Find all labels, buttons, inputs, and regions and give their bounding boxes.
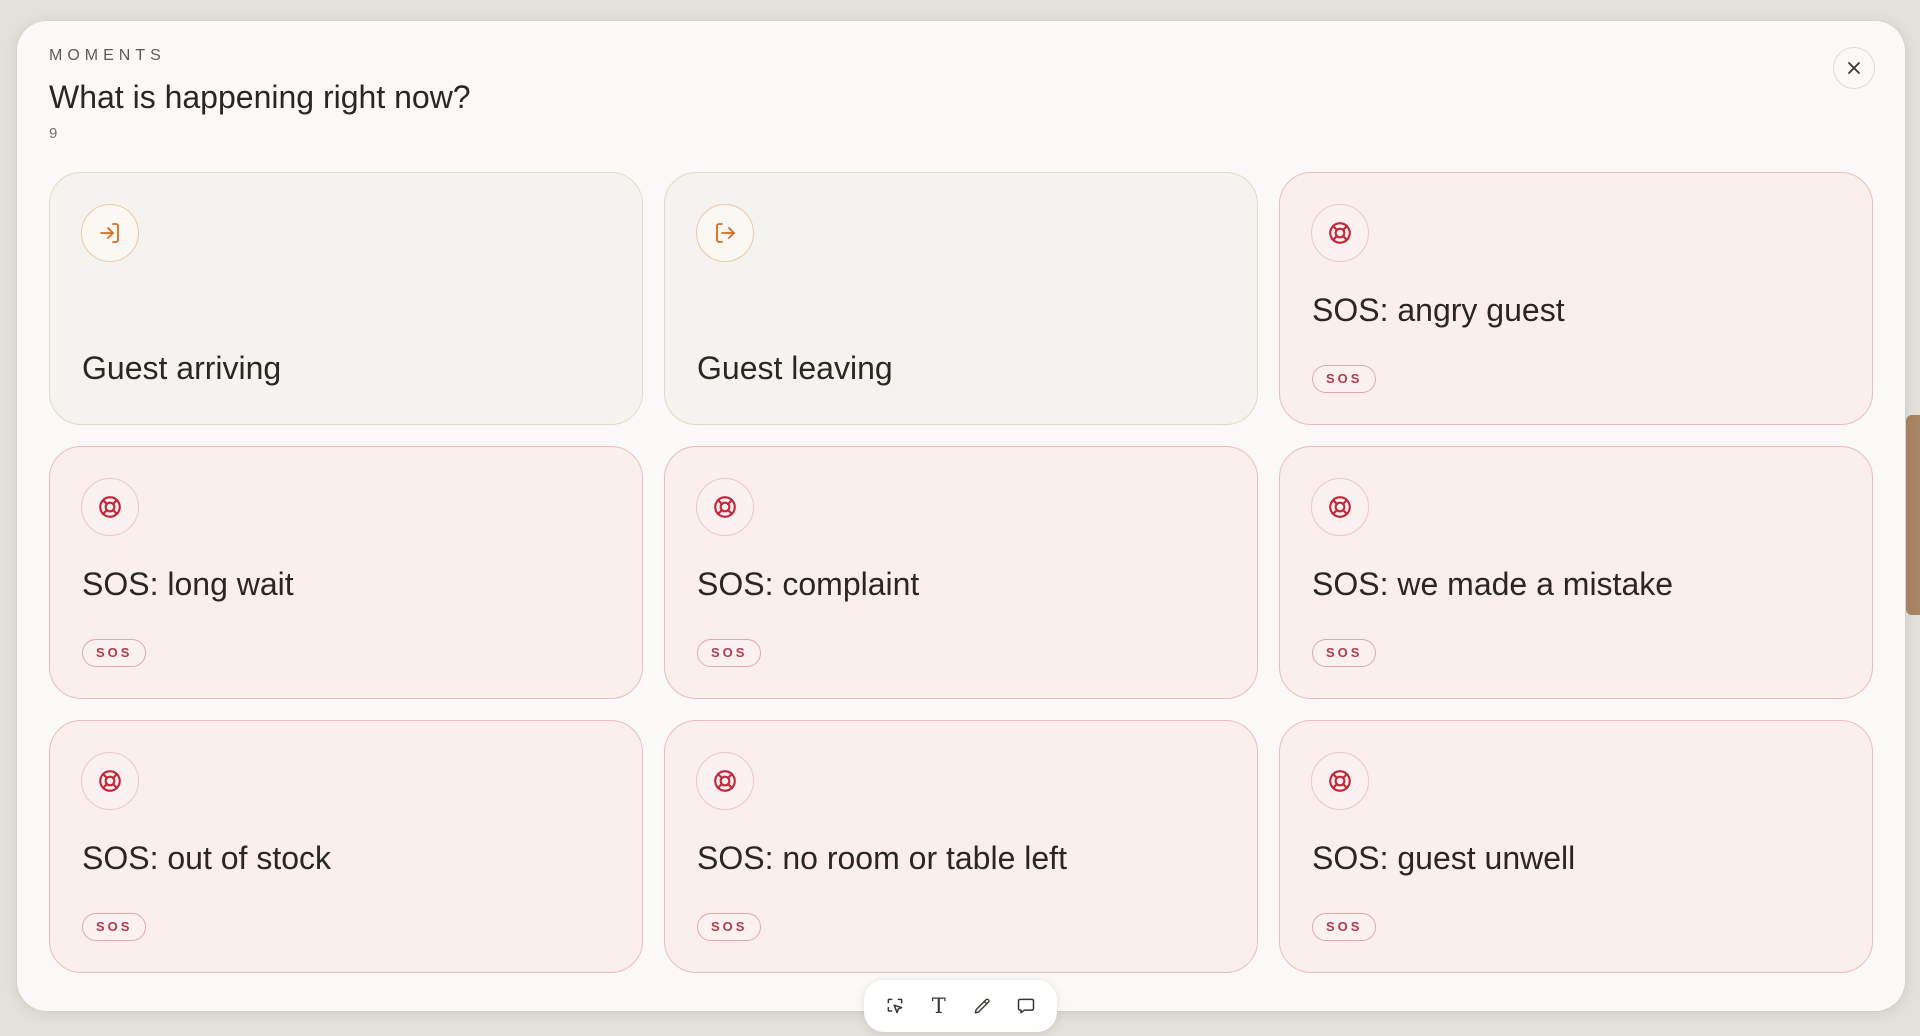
close-button[interactable] — [1833, 47, 1875, 89]
card-label: Guest leaving — [697, 350, 893, 386]
card-label: SOS: angry guest — [1312, 292, 1565, 328]
lifebuoy-icon — [696, 478, 754, 536]
close-icon — [1848, 62, 1860, 74]
log-in-icon — [81, 204, 139, 262]
card-label: SOS: no room or table left — [697, 840, 1067, 876]
card-label: SOS: guest unwell — [1312, 840, 1576, 876]
select-element-icon — [887, 998, 903, 1014]
modal-title: What is happening right now? — [49, 79, 471, 115]
sos-badge: SOS — [1312, 365, 1377, 393]
lifebuoy-icon — [81, 752, 139, 810]
lifebuoy-icon — [1311, 478, 1369, 536]
annotation-toolbar: T — [864, 980, 1057, 1032]
text-tool[interactable]: T — [921, 988, 957, 1024]
sos-badge: SOS — [82, 639, 147, 667]
moments-grid: Guest arriving Guest leaving SOS: angry … — [49, 172, 1873, 973]
card-label: Guest arriving — [82, 350, 282, 386]
lifebuoy-icon — [1311, 204, 1369, 262]
moment-card-sos-no-room-or-table-left[interactable]: SOS: no room or table left SOS — [664, 720, 1258, 973]
comment-tool[interactable] — [1008, 988, 1044, 1024]
card-label: SOS: out of stock — [82, 840, 331, 876]
card-label: SOS: complaint — [697, 566, 920, 602]
modal-eyebrow: MOMENTS — [49, 47, 166, 64]
moment-card-sos-guest-unwell[interactable]: SOS: guest unwell SOS — [1279, 720, 1873, 973]
sos-badge: SOS — [697, 913, 762, 941]
card-label: SOS: long wait — [82, 566, 294, 602]
moment-card-sos-complaint[interactable]: SOS: complaint SOS — [664, 446, 1258, 699]
moment-card-sos-long-wait[interactable]: SOS: long wait SOS — [49, 446, 643, 699]
moment-card-guest-leaving[interactable]: Guest leaving — [664, 172, 1258, 425]
log-out-icon — [696, 204, 754, 262]
pencil-icon — [974, 998, 990, 1014]
lifebuoy-icon — [696, 752, 754, 810]
lifebuoy-icon — [81, 478, 139, 536]
sos-badge: SOS — [697, 639, 762, 667]
moments-modal: MOMENTS What is happening right now? 9 G… — [17, 21, 1905, 1011]
moment-card-sos-we-made-a-mistake[interactable]: SOS: we made a mistake SOS — [1279, 446, 1873, 699]
moments-count: 9 — [49, 125, 58, 142]
sos-badge: SOS — [82, 913, 147, 941]
comment-icon — [1017, 998, 1034, 1014]
pencil-tool[interactable] — [964, 988, 1000, 1024]
lifebuoy-icon — [1311, 752, 1369, 810]
sos-badge: SOS — [1312, 639, 1377, 667]
select-element-tool[interactable] — [877, 988, 913, 1024]
moment-card-guest-arriving[interactable]: Guest arriving — [49, 172, 643, 425]
moment-card-sos-out-of-stock[interactable]: SOS: out of stock SOS — [49, 720, 643, 973]
sos-badge: SOS — [1312, 913, 1377, 941]
text-icon: T — [931, 994, 946, 1018]
card-label: SOS: we made a mistake — [1312, 566, 1674, 602]
background-panel-edge — [1906, 415, 1920, 615]
moment-card-sos-angry-guest[interactable]: SOS: angry guest SOS — [1279, 172, 1873, 425]
